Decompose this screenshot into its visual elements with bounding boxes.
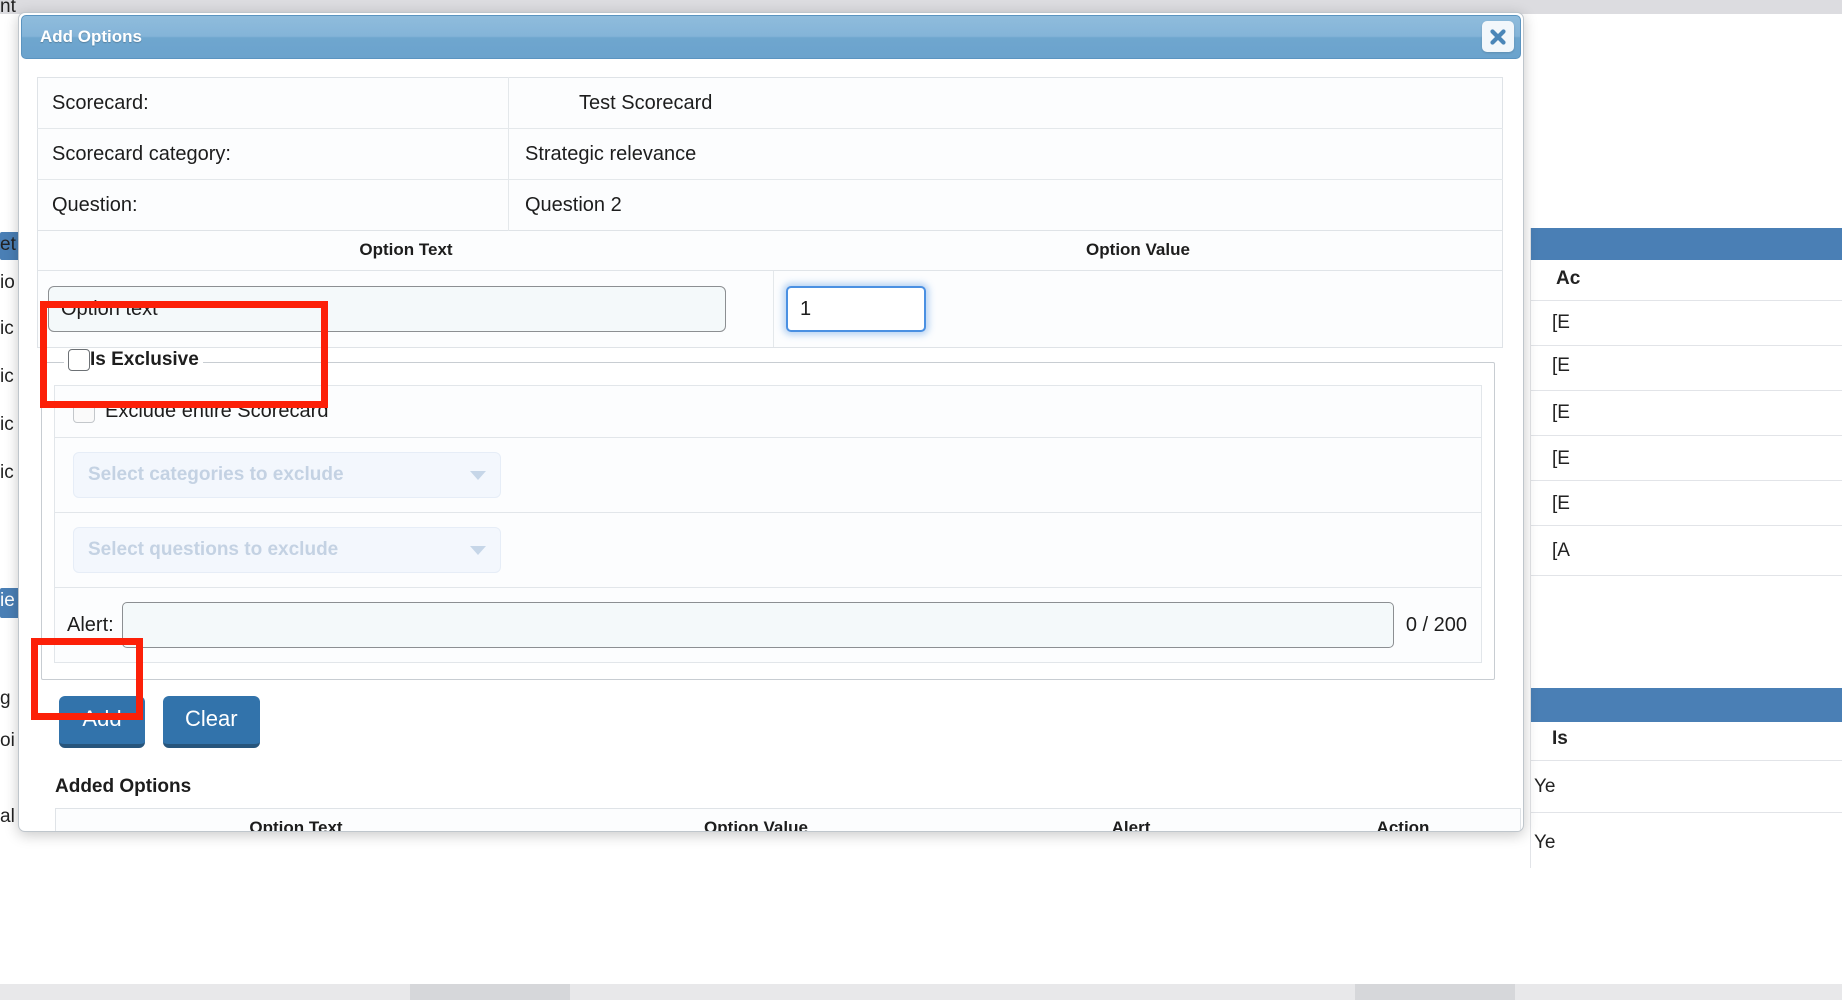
background-left-fragment: oi — [0, 730, 15, 751]
exclude-scorecard-row[interactable]: Exclude entire Scorecard — [54, 385, 1482, 437]
alert-input[interactable] — [121, 602, 1394, 648]
background-right-header-chip — [1530, 688, 1842, 722]
is-exclusive-fieldset: Is Exclusive Exclude entire Scorecard Se… — [41, 349, 1495, 680]
background-left-fragment: g — [0, 688, 11, 709]
info-value-category: Strategic relevance — [508, 128, 1503, 180]
option-text-input[interactable] — [48, 286, 726, 332]
background-divider — [1530, 228, 1531, 868]
column-option-text: Option Text — [55, 808, 536, 831]
info-label-question: Question: — [37, 179, 509, 231]
background-divider — [1530, 480, 1842, 481]
background-left-fragment: ie — [0, 590, 15, 611]
background-right-row: [E — [1552, 312, 1570, 333]
column-alert: Alert — [976, 808, 1286, 831]
clear-button[interactable]: Clear — [163, 696, 260, 748]
background-right-header-label: Ac — [1556, 268, 1581, 289]
is-exclusive-checkbox[interactable] — [68, 349, 90, 371]
dialog-title: Add Options — [40, 27, 142, 46]
alert-label: Alert: — [67, 613, 114, 636]
exclude-scorecard-label: Exclude entire Scorecard — [105, 400, 329, 422]
background-right-header-chip — [1530, 228, 1842, 260]
exclude-scorecard-checkbox[interactable] — [73, 400, 95, 423]
background-divider — [1530, 575, 1842, 576]
select-questions-row: Select questions to exclude — [54, 512, 1482, 588]
background-right-yes-row: Ye — [1534, 776, 1556, 797]
select-categories-placeholder: Select categories to exclude — [88, 464, 344, 485]
option-value-input[interactable] — [786, 286, 926, 332]
background-left-fragment: ic — [0, 318, 14, 339]
background-bottom-segment — [410, 984, 570, 1000]
background-divider — [1530, 525, 1842, 526]
option-entry-block: Option Text Option Value — [37, 231, 1503, 348]
select-questions-dropdown[interactable]: Select questions to exclude — [73, 527, 501, 573]
background-left-fragment: ic — [0, 366, 14, 387]
info-label-category: Scorecard category: — [37, 128, 509, 180]
background-left-fragment: nt — [0, 0, 16, 17]
background-divider — [1530, 390, 1842, 391]
alert-row: Alert: 0 / 200 — [54, 588, 1482, 663]
column-option-value: Option Value — [536, 808, 976, 831]
background-left-fragment: et — [0, 234, 16, 255]
background-bottom-segment — [1355, 984, 1515, 1000]
info-value-scorecard: Test Scorecard — [508, 77, 1503, 129]
background-right-row: [A — [1552, 540, 1570, 561]
select-categories-dropdown[interactable]: Select categories to exclude — [73, 452, 501, 498]
background-divider — [1530, 760, 1842, 761]
info-value-question: Question 2 — [525, 193, 622, 216]
scorecard-info-table: Scorecard: Test Scorecard Scorecard cate… — [37, 77, 1503, 231]
dialog-body: Scorecard: Test Scorecard Scorecard cate… — [19, 61, 1523, 831]
option-text-header: Option Text — [359, 240, 453, 259]
is-exclusive-legend: Is Exclusive — [64, 349, 203, 371]
background-left-fragment: al — [0, 806, 15, 827]
chevron-down-icon — [470, 470, 486, 480]
background-divider — [1530, 435, 1842, 436]
background-bottom-bar — [0, 984, 1842, 1000]
background-left-fragment: ic — [0, 462, 14, 483]
close-icon[interactable] — [1482, 21, 1514, 52]
background-right-column-label: Is — [1552, 728, 1568, 749]
is-exclusive-label: Is Exclusive — [90, 349, 199, 370]
background-left-fragment: io — [0, 272, 15, 293]
option-input-row — [38, 271, 1502, 347]
background-right-row: [E — [1552, 493, 1570, 514]
background-divider — [1530, 812, 1842, 813]
background-right-row: [E — [1552, 355, 1570, 376]
option-text-cell — [38, 271, 774, 347]
screen: nt et io ic ic ic ic ie g oi al Ac [E [E… — [0, 0, 1842, 1000]
background-right-panel — [1542, 14, 1842, 1000]
table-row: Scorecard: Test Scorecard — [37, 77, 1503, 129]
select-questions-placeholder: Select questions to exclude — [88, 539, 339, 560]
select-categories-row: Select categories to exclude — [54, 437, 1482, 512]
background-right-row: [E — [1552, 448, 1570, 469]
table-header-row: Option Text Option Value Alert Action — [55, 808, 1521, 831]
background-right-row: [E — [1552, 402, 1570, 423]
added-options-title: Added Options — [55, 776, 192, 797]
alert-character-counter: 0 / 200 — [1405, 613, 1467, 636]
add-options-dialog: Add Options Scorecard: Test Scorecard Sc… — [18, 12, 1524, 832]
chevron-down-icon — [470, 545, 486, 555]
background-divider — [1530, 345, 1842, 346]
dialog-header: Add Options — [21, 15, 1521, 59]
add-button[interactable]: Add — [59, 696, 145, 748]
background-right-yes-row: Ye — [1534, 832, 1556, 853]
background-left-fragment: ic — [0, 414, 14, 435]
column-action: Action — [1286, 808, 1521, 831]
added-options-table: Option Text Option Value Alert Action — [55, 808, 1521, 831]
table-row: Question: Question 2 — [37, 179, 1503, 231]
info-label-scorecard: Scorecard: — [37, 77, 509, 129]
option-value-cell — [774, 271, 1502, 347]
dialog-actions: Add Clear — [59, 696, 1505, 748]
option-value-header: Option Value — [1086, 240, 1190, 259]
table-row: Scorecard category: Strategic relevance — [37, 128, 1503, 180]
background-divider — [1530, 300, 1842, 301]
option-column-headers: Option Text Option Value — [38, 231, 1502, 271]
